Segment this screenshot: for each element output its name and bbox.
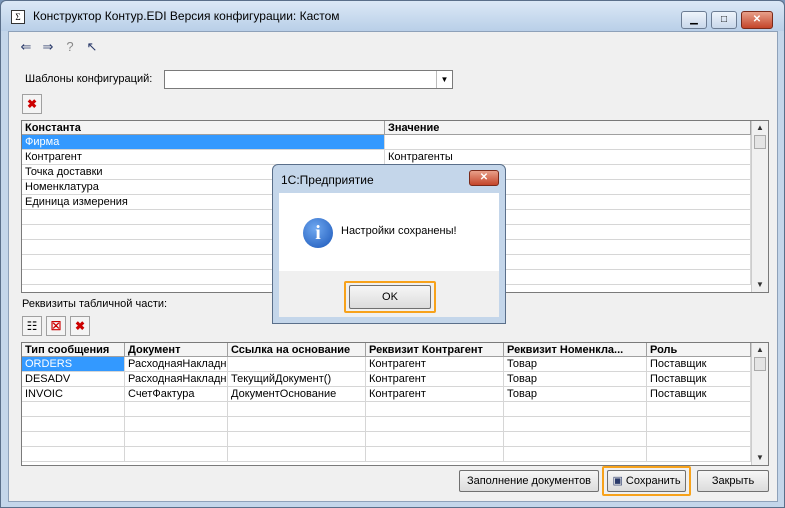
- table-row[interactable]: Фирма: [22, 135, 768, 150]
- dialog-title: 1С:Предприятие: [281, 173, 374, 187]
- cell: Товар: [504, 357, 647, 371]
- save-button[interactable]: ▣ Сохранить: [607, 470, 686, 492]
- forward-icon[interactable]: ⇒: [40, 39, 56, 55]
- tabular-label: Реквизиты табличной части:: [22, 298, 168, 310]
- dialog-message: Настройки сохранены!: [341, 225, 457, 237]
- message-dialog: 1С:Предприятие ✕ i Настройки сохранены! …: [272, 164, 506, 324]
- constants-scrollbar[interactable]: ▲ ▼: [751, 121, 768, 292]
- column-header[interactable]: Тип сообщения: [22, 343, 125, 356]
- cell: Поставщик: [647, 372, 751, 386]
- delete-row-icon: ☒: [50, 319, 62, 333]
- cell-value: Контрагенты: [385, 150, 751, 164]
- minimize-button[interactable]: ▁: [681, 11, 707, 29]
- cell: СчетФактура: [125, 387, 228, 401]
- cell: ТекущийДокумент(): [228, 372, 366, 386]
- fill-documents-button[interactable]: Заполнение документов: [459, 470, 599, 492]
- scroll-up-icon[interactable]: ▲: [752, 343, 768, 357]
- cell: DESADV: [22, 372, 125, 386]
- title-bar: Σ Конструктор Контур.EDI Версия конфигур…: [1, 1, 784, 31]
- cell: Контрагент: [366, 387, 504, 401]
- close-button[interactable]: Закрыть: [697, 470, 769, 492]
- dialog-close-button[interactable]: ✕: [469, 170, 499, 186]
- delete-icon: ✖: [26, 97, 38, 111]
- cell: Товар: [504, 372, 647, 386]
- table-row: [22, 402, 768, 417]
- app-icon: Σ: [11, 10, 25, 24]
- column-header[interactable]: Константа: [22, 121, 385, 134]
- ok-button[interactable]: OK: [349, 285, 431, 309]
- pointer-help-icon[interactable]: ↖: [84, 39, 100, 55]
- delete-row-button[interactable]: ☒: [46, 316, 66, 336]
- scroll-thumb[interactable]: [754, 357, 766, 371]
- column-header[interactable]: Значение: [385, 121, 751, 134]
- table-row: [22, 432, 768, 447]
- column-header[interactable]: Реквизит Номенкла...: [504, 343, 647, 356]
- cell: ДокументОснование: [228, 387, 366, 401]
- add-row-icon: ☷: [26, 319, 38, 333]
- templates-label: Шаблоны конфигураций:: [25, 73, 153, 85]
- delete-template-button[interactable]: ✖: [22, 94, 42, 114]
- constants-grid-header: Константа Значение: [22, 121, 768, 135]
- table-row: [22, 417, 768, 432]
- cell: Поставщик: [647, 387, 751, 401]
- cell-constant: Фирма: [22, 135, 385, 149]
- scroll-up-icon[interactable]: ▲: [752, 121, 768, 135]
- chevron-down-icon[interactable]: ▼: [436, 71, 452, 88]
- cell: ORDERS: [22, 357, 125, 371]
- table-row[interactable]: DESADV РасходнаяНакладн ТекущийДокумент(…: [22, 372, 768, 387]
- cell: РасходнаяНакладн: [125, 357, 228, 371]
- help-icon[interactable]: ?: [62, 39, 78, 55]
- table-row[interactable]: ORDERS РасходнаяНакладн Контрагент Товар…: [22, 357, 768, 372]
- window-title: Конструктор Контур.EDI Версия конфигурац…: [33, 9, 340, 23]
- tabular-grid[interactable]: Тип сообщения Документ Ссылка на основан…: [21, 342, 769, 466]
- dialog-footer: OK: [279, 271, 499, 317]
- save-icon: ▣: [612, 475, 626, 487]
- table-row[interactable]: INVOIC СчетФактура ДокументОснование Кон…: [22, 387, 768, 402]
- scroll-thumb[interactable]: [754, 135, 766, 149]
- cell-constant: Контрагент: [22, 150, 385, 164]
- info-icon: i: [303, 218, 333, 248]
- templates-combo[interactable]: ▼: [164, 70, 453, 89]
- cell-value: [385, 135, 751, 149]
- cell: Контрагент: [366, 372, 504, 386]
- tabular-grid-header: Тип сообщения Документ Ссылка на основан…: [22, 343, 768, 357]
- table-row: [22, 447, 768, 462]
- tabular-scrollbar[interactable]: ▲ ▼: [751, 343, 768, 465]
- cell: Товар: [504, 387, 647, 401]
- add-row-button[interactable]: ☷: [22, 316, 42, 336]
- column-header[interactable]: Роль: [647, 343, 751, 356]
- dialog-body: i Настройки сохранены!: [279, 193, 499, 271]
- scroll-down-icon[interactable]: ▼: [752, 451, 768, 465]
- cell: INVOIC: [22, 387, 125, 401]
- table-row[interactable]: Контрагент Контрагенты: [22, 150, 768, 165]
- back-icon[interactable]: ⇐: [18, 39, 34, 55]
- cell: [228, 357, 366, 371]
- close-window-button[interactable]: ✕: [741, 11, 773, 29]
- cell: Контрагент: [366, 357, 504, 371]
- column-header[interactable]: Документ: [125, 343, 228, 356]
- cell: РасходнаяНакладн: [125, 372, 228, 386]
- column-header[interactable]: Ссылка на основание: [228, 343, 366, 356]
- save-label: Сохранить: [625, 475, 681, 487]
- cell: Поставщик: [647, 357, 751, 371]
- scroll-down-icon[interactable]: ▼: [752, 278, 768, 292]
- clear-icon: ✖: [74, 319, 86, 333]
- maximize-button[interactable]: □: [711, 11, 737, 29]
- clear-button[interactable]: ✖: [70, 316, 90, 336]
- column-header[interactable]: Реквизит Контрагент: [366, 343, 504, 356]
